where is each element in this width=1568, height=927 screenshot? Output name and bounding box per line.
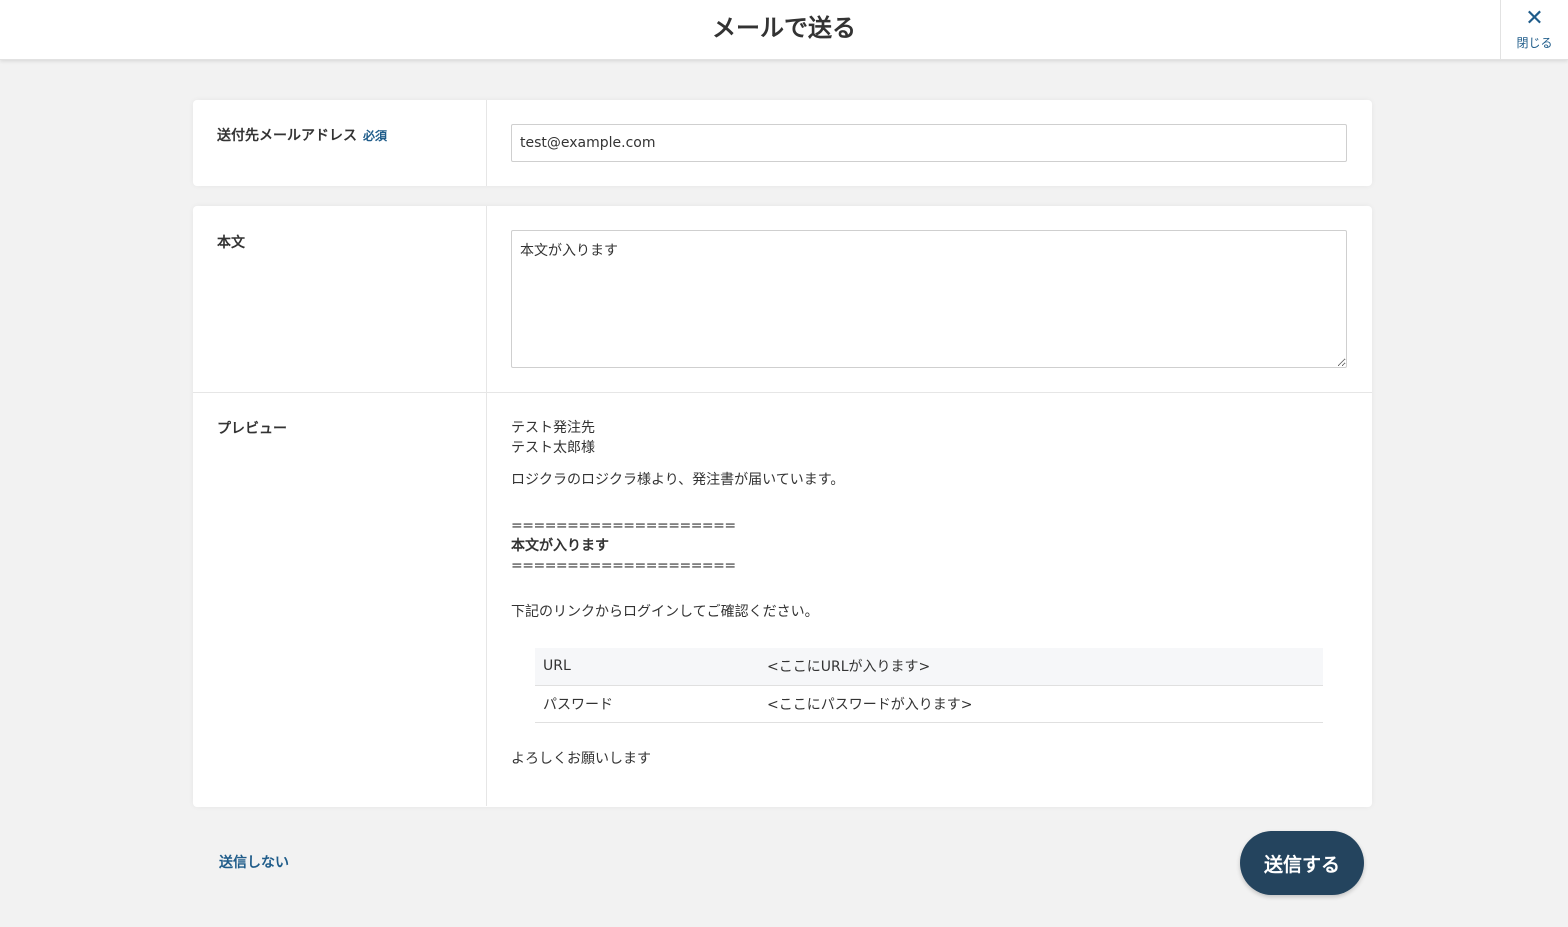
- preview-separator-bottom: ====================: [511, 558, 736, 574]
- preview-line-recipient-company: テスト発注先: [511, 420, 595, 436]
- preview-line-recipient-name: テスト太郎様: [511, 440, 595, 456]
- send-button[interactable]: 送信する: [1240, 831, 1364, 895]
- preview-link-table: URL <ここにURLが入ります> パスワード <ここにパスワードが入ります>: [535, 648, 1323, 723]
- recipient-card: 送付先メールアドレス 必須: [193, 100, 1372, 186]
- close-button[interactable]: ✕ 閉じる: [1500, 0, 1568, 60]
- recipient-value-cell: [487, 100, 1372, 186]
- required-badge: 必須: [363, 129, 388, 143]
- table-row: パスワード <ここにパスワードが入ります>: [535, 685, 1323, 723]
- close-label: 閉じる: [1516, 35, 1553, 50]
- modal-header: メールで送る ✕ 閉じる: [0, 0, 1568, 60]
- preview-separator-top: ====================: [511, 518, 736, 534]
- recipient-email-input[interactable]: [511, 124, 1347, 162]
- body-textarea[interactable]: 本文が入ります: [511, 230, 1347, 368]
- table-cell-key: URL: [535, 648, 759, 686]
- table-row: URL <ここにURLが入ります>: [535, 648, 1323, 686]
- recipient-label-cell: 送付先メールアドレス 必須: [193, 100, 487, 186]
- table-cell-value: <ここにURLが入ります>: [759, 648, 1323, 686]
- preview-body-text: 本文が入ります: [511, 538, 609, 554]
- message-card: 本文 本文が入ります プレビュー テスト発注先 テスト太郎様 ロジクラのロジクラ…: [193, 206, 1372, 807]
- close-icon: ✕: [1525, 5, 1544, 31]
- body-value-cell: 本文が入ります: [487, 206, 1372, 392]
- table-cell-value: <ここにパスワードが入ります>: [759, 685, 1323, 723]
- preview-line-closing: よろしくお願いします: [511, 750, 651, 767]
- cancel-link[interactable]: 送信しない: [219, 852, 289, 872]
- recipient-label: 送付先メールアドレス: [217, 128, 357, 144]
- preview-line-login: 下記のリンクからログインしてご確認ください。: [511, 604, 819, 620]
- preview-line-intro: ロジクラのロジクラ様より、発注書が届いています。: [511, 472, 845, 488]
- table-cell-key: パスワード: [535, 685, 759, 723]
- preview-content: テスト発注先 テスト太郎様 ロジクラのロジクラ様より、発注書が届いています。 =…: [487, 393, 1372, 806]
- body-label: 本文: [193, 206, 487, 392]
- preview-label: プレビュー: [193, 393, 487, 806]
- page-title: メールで送る: [712, 14, 856, 42]
